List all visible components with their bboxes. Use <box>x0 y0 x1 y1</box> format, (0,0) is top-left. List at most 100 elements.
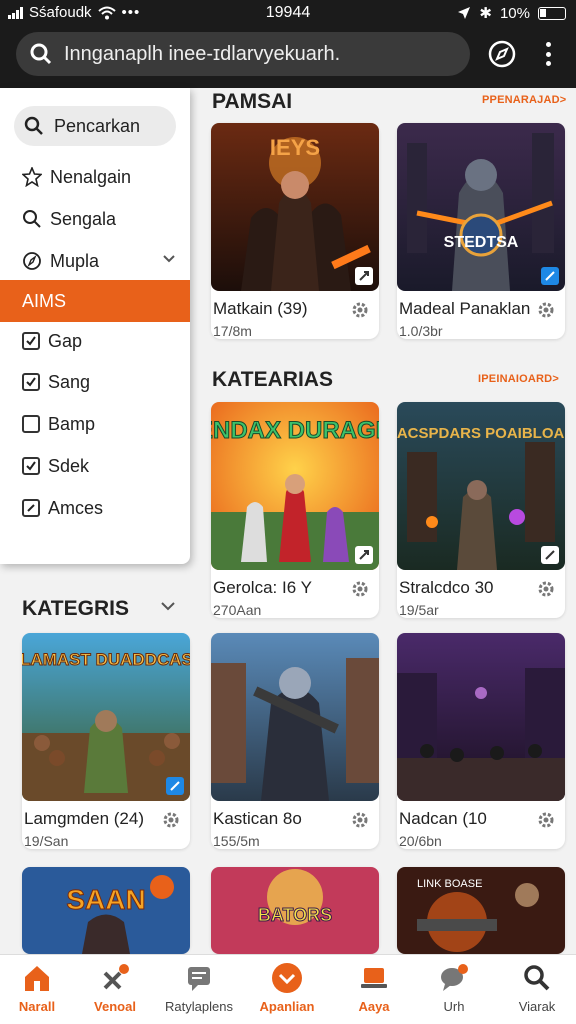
drawer-item-active[interactable]: AIMS <box>0 280 190 322</box>
game-art-title: LINK BOASE <box>417 878 482 890</box>
checkbox-checked-icon[interactable] <box>22 457 40 475</box>
star-icon <box>22 167 42 187</box>
game-card[interactable]: SACSPDARS POAIBLOAR Stralcdco 30 19/5ar <box>397 402 565 618</box>
drawer-item[interactable]: Nenalgain <box>0 156 190 198</box>
game-art-title: SACSPDARS POAIBLOAR <box>397 425 565 442</box>
drawer-search-button[interactable]: Pencarkan <box>14 106 176 146</box>
game-card[interactable]: SAAN <box>22 867 190 954</box>
game-meta: 270Aan <box>213 602 262 618</box>
tab-messages[interactable]: Ratylaplens <box>158 961 240 1023</box>
badge-icon <box>166 777 184 795</box>
badge-icon <box>355 546 373 564</box>
game-thumbnail: SACSPDARS POAIBLOAR <box>397 402 565 570</box>
status-bar: Sśafoudk ••• 19944 ✱ 10% <box>0 0 576 26</box>
badge-icon <box>541 267 559 285</box>
game-card[interactable]: HLAMAST DUADDCASS Lamgmden (24) 19/San <box>22 633 190 849</box>
checkbox-checked-icon[interactable] <box>22 373 40 391</box>
bottom-tab-bar: Narall Venoal Ratylaplens Apanlian Aaya … <box>0 954 576 1024</box>
game-art-title: STEDTSA <box>444 234 519 251</box>
location-icon <box>458 7 471 19</box>
search-icon <box>524 965 550 991</box>
game-title: Stralcdco 30 <box>399 578 494 597</box>
message-icon <box>188 967 210 991</box>
badge-icon <box>355 267 373 285</box>
drawer-item-label: Sang <box>48 371 91 392</box>
gear-icon[interactable] <box>537 811 555 829</box>
game-title: Madeal Panaklan <box>399 299 531 318</box>
gear-icon[interactable] <box>537 580 555 598</box>
tab-download[interactable]: Apanlian <box>246 961 328 1023</box>
game-thumbnail: ENDAX DURAGH <box>211 402 379 570</box>
game-title: Matkain (39) <box>213 299 308 318</box>
drawer-checkbox-item[interactable]: Gap <box>0 320 190 362</box>
gear-icon[interactable] <box>351 580 369 598</box>
checkbox-checked-icon[interactable] <box>22 499 40 517</box>
gear-icon[interactable] <box>162 811 180 829</box>
gear-icon[interactable] <box>537 301 555 319</box>
bluetooth-icon: ✱ <box>479 5 492 22</box>
drawer-checkbox-item[interactable]: Sdek <box>0 445 190 487</box>
gear-icon[interactable] <box>351 301 369 319</box>
game-card[interactable]: Nadcan (10 20/6bn <box>397 633 565 849</box>
download-icon <box>272 963 302 993</box>
gear-icon[interactable] <box>351 811 369 829</box>
checkbox-empty-icon[interactable] <box>22 415 40 433</box>
game-card[interactable]: BATORS <box>211 867 379 954</box>
tab-home[interactable]: Narall <box>0 961 78 1023</box>
section-title-1: PAMSAI <box>212 90 293 113</box>
game-meta: 155/5m <box>213 833 260 849</box>
tab-label: Viarak <box>518 999 556 1014</box>
tab-label: Aaya <box>358 999 390 1014</box>
drawer-item[interactable]: Sengala <box>0 198 190 240</box>
drawer-item-label: Bamp <box>48 413 96 434</box>
section-link-1[interactable]: PPENARAJAD> <box>482 94 566 106</box>
game-thumbnail <box>397 633 565 801</box>
checkbox-checked-icon[interactable] <box>22 332 40 350</box>
app-bar: Inngаnaplh inee-ɪdlarvyekuarh. <box>0 26 576 88</box>
section-link-2[interactable]: IPEINAIOARD> <box>478 373 559 385</box>
game-card[interactable]: STEDTSA Madeal Panaklan 1.0/3br <box>397 123 565 339</box>
badge-icon <box>541 546 559 564</box>
tab-label: Ratylaplens <box>165 999 233 1014</box>
game-meta: 1.0/3br <box>399 323 443 339</box>
drawer-checkbox-item[interactable]: Bamp <box>0 403 190 445</box>
drawer-checkbox-item[interactable]: Sang <box>0 361 190 403</box>
game-art-title: HLAMAST DUADDCASS <box>22 650 190 669</box>
more-menu-icon[interactable] <box>540 40 556 68</box>
chat-icon <box>441 964 468 991</box>
tab-search[interactable]: Viarak <box>496 961 576 1023</box>
game-title: Kastican 8o <box>213 809 302 828</box>
game-card[interactable]: ENDAX DURAGH Gerolca: I6 Y 270Aan <box>211 402 379 618</box>
drawer-checkbox-item[interactable]: Amces <box>0 487 190 529</box>
chevron-down-icon[interactable] <box>160 600 176 612</box>
game-art-title: IEYS <box>270 135 320 160</box>
drawer-item-label: Mupla <box>50 250 100 271</box>
compass-icon <box>23 252 41 270</box>
game-art-title: BATORS <box>258 905 332 925</box>
tab-chat[interactable]: Urh <box>413 961 495 1023</box>
game-thumbnail: LINK BOASE <box>397 867 565 954</box>
game-meta: 17/8m <box>213 323 252 339</box>
laptop-icon <box>361 968 387 988</box>
game-thumbnail: IEYS <box>211 123 379 291</box>
drawer-item-label: AIMS <box>22 290 67 311</box>
tab-tools[interactable]: Venoal <box>74 961 156 1023</box>
game-art-title: ENDAX DURAGH <box>211 417 379 444</box>
section-title-2: KATEARIAS <box>212 368 333 391</box>
drawer-search-label: Pencarkan <box>54 115 141 136</box>
tab-label: Urh <box>443 999 465 1014</box>
game-card[interactable]: IEYS Matkain (39) 17/8m <box>211 123 379 339</box>
game-card[interactable]: Kastican 8o 155/5m <box>211 633 379 849</box>
tab-laptop[interactable]: Aaya <box>333 961 415 1023</box>
search-input[interactable]: Inngаnaplh inee-ɪdlarvyekuarh. <box>16 32 470 76</box>
search-icon <box>24 116 43 135</box>
drawer-item[interactable]: Mupla <box>0 240 190 282</box>
game-card[interactable]: LINK BOASE <box>397 867 565 954</box>
game-title: Nadcan (10 <box>399 809 487 828</box>
search-icon <box>30 43 52 65</box>
game-title: Gerolca: I6 Y <box>213 578 312 597</box>
drawer-item-label: Gap <box>48 330 83 351</box>
tab-label: Apanlian <box>259 999 315 1014</box>
compass-icon[interactable] <box>488 40 516 68</box>
drawer-item-label: Amces <box>48 497 104 518</box>
